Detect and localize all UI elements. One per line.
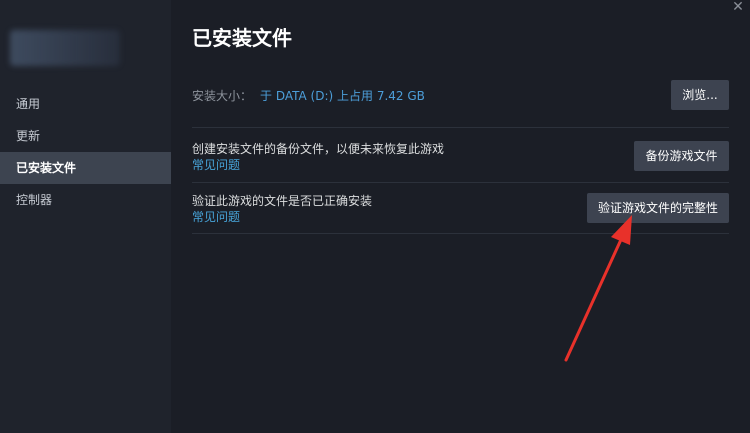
annotation-arrow	[564, 215, 632, 362]
